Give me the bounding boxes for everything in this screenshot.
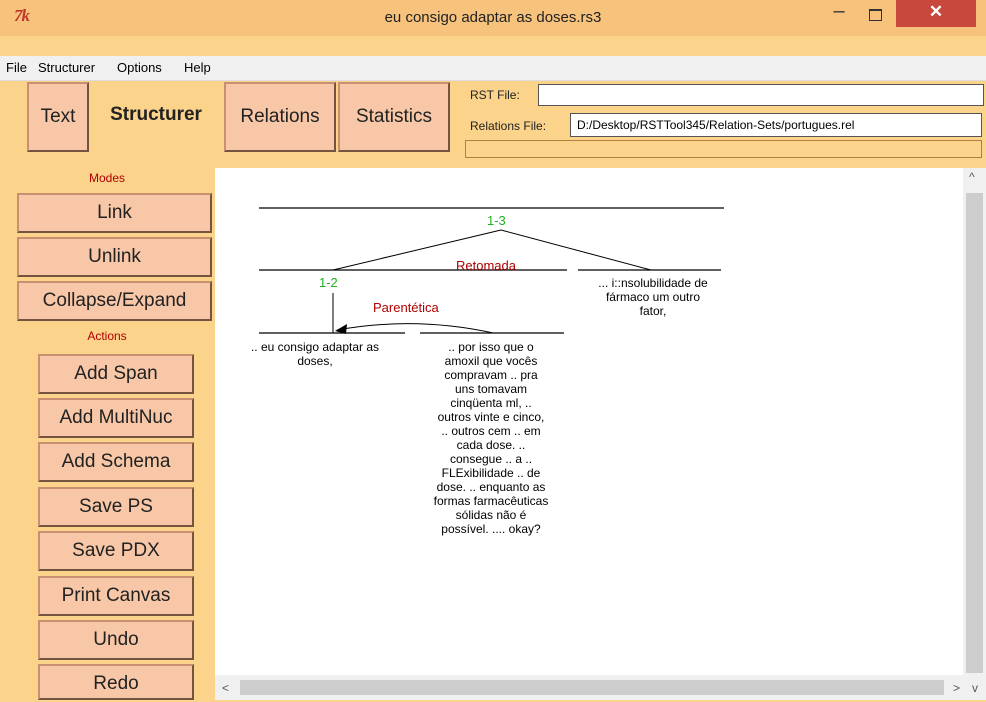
scroll-right-arrow[interactable]: > xyxy=(953,681,960,695)
scroll-up-arrow[interactable]: ^ xyxy=(969,170,975,184)
segment-2-line-text: consegue .. a .. xyxy=(449,452,533,466)
maximize-button[interactable] xyxy=(858,0,892,27)
undo-button[interactable]: Undo xyxy=(38,620,194,660)
retomada-label[interactable]: Retomada xyxy=(456,258,516,273)
status-strip xyxy=(465,140,982,158)
segment-2-line-text: compravam .. pra xyxy=(444,368,538,382)
unlink-button[interactable]: Unlink xyxy=(17,237,212,277)
segment-3-line-text: ... i::nsolubilidade de xyxy=(598,276,708,290)
menu-help[interactable]: Help xyxy=(184,60,211,75)
segment-2-line-text: .. outros cem .. em xyxy=(441,424,541,438)
link-button[interactable]: Link xyxy=(17,193,212,233)
menu-structurer[interactable]: Structurer xyxy=(38,60,95,75)
segment-2-line-text: dose. .. enquanto as xyxy=(436,480,546,494)
span-1-3-label: 1-3 xyxy=(487,213,506,228)
collapse-expand-button[interactable]: Collapse/Expand xyxy=(17,281,212,321)
tab-statistics[interactable]: Statistics xyxy=(338,82,450,152)
relations-file-label: Relations File: xyxy=(470,119,547,133)
modes-label: Modes xyxy=(88,171,126,185)
actions-label: Actions xyxy=(87,329,127,343)
segment-2-line-text: uns tomavam xyxy=(454,382,528,396)
rst-file-field[interactable] xyxy=(538,84,984,106)
segment-2-line-text: possível. .... okay? xyxy=(441,522,541,536)
print-canvas-button[interactable]: Print Canvas xyxy=(38,576,194,616)
parentetica-label[interactable]: Parentética xyxy=(373,300,439,315)
scroll-down-arrow[interactable]: v xyxy=(972,681,978,695)
menu-options[interactable]: Options xyxy=(117,60,162,75)
segment-2-line-text: formas farmacêuticas xyxy=(433,494,549,508)
minimize-button[interactable]: – xyxy=(822,0,856,27)
segment-2-line-text: cinqüenta ml, .. xyxy=(450,396,532,410)
save-pdx-button[interactable]: Save PDX xyxy=(38,531,194,571)
vertical-scroll-thumb[interactable] xyxy=(966,193,983,673)
span-1-2-label: 1-2 xyxy=(319,275,338,290)
segment-3-line-text: fármaco um outro xyxy=(605,290,701,304)
segment-2-line-text: cada dose. .. xyxy=(456,438,526,452)
add-span-button[interactable]: Add Span xyxy=(38,354,194,394)
segment-3-text[interactable]: ... i::nsolubilidade de fármaco um outro… xyxy=(573,276,733,318)
redo-button[interactable]: Redo xyxy=(38,664,194,700)
segment-2-text[interactable]: .. por isso que o amoxil que vocês compr… xyxy=(411,340,571,536)
span-1-3-right-branch xyxy=(500,229,652,271)
horizontal-scroll-thumb[interactable] xyxy=(240,680,944,695)
scroll-left-arrow[interactable]: < xyxy=(222,681,229,695)
parentetica-arc xyxy=(336,323,494,334)
rst-tree-graphics xyxy=(259,207,724,334)
maximize-icon xyxy=(869,9,882,21)
save-ps-button[interactable]: Save PS xyxy=(38,487,194,527)
menu-bar: File Structurer Options Help xyxy=(0,56,986,81)
tab-text[interactable]: Text xyxy=(27,82,89,152)
segment-2-line-text: amoxil que vocês xyxy=(444,354,538,368)
segment-1-text[interactable]: .. eu consigo adaptar as doses, xyxy=(247,340,383,368)
tab-relations[interactable]: Relations xyxy=(224,82,336,152)
segment-2-line-text: FLExibilidade .. de xyxy=(441,466,541,480)
menu-file[interactable]: File xyxy=(6,60,27,75)
segment-2-line-text: .. por isso que o xyxy=(448,340,534,354)
add-multinuc-button[interactable]: Add MultiNuc xyxy=(38,398,194,438)
add-schema-button[interactable]: Add Schema xyxy=(38,442,194,482)
close-button[interactable]: ✕ xyxy=(896,0,976,27)
rst-file-label: RST File: xyxy=(470,88,520,102)
tab-structurer[interactable]: Structurer xyxy=(91,82,221,152)
segment-2-line-text: outros vinte e cinco, xyxy=(437,410,545,424)
relations-file-field[interactable]: D:/Desktop/RSTTool345/Relation-Sets/port… xyxy=(570,113,982,137)
rst-canvas[interactable]: 1-3 Retomada 1-2 Parentética .. eu consi… xyxy=(215,168,963,675)
segment-3-line-text: fator, xyxy=(639,304,667,318)
segment-2-line-text: sólidas não é xyxy=(455,508,527,522)
